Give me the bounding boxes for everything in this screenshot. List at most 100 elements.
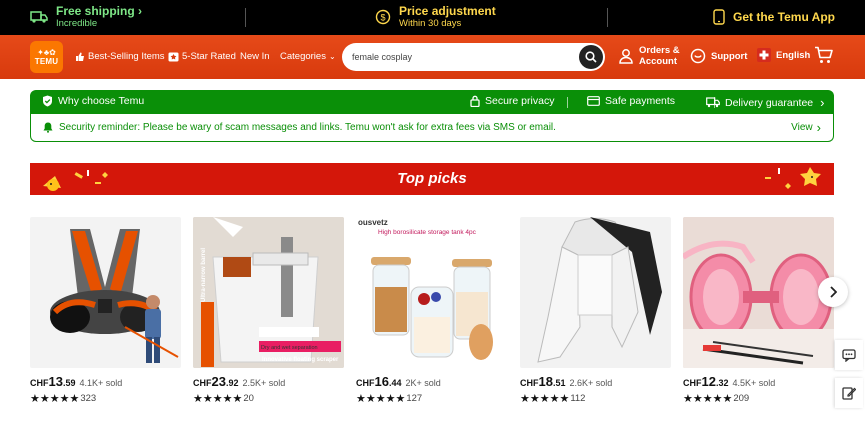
delivery-guarantee-item: Delivery guarantee › (706, 95, 824, 110)
delivery-truck-icon (706, 97, 720, 108)
free-shipping-subtitle: Incredible (56, 18, 98, 29)
product-card[interactable]: CHF13.59 4.1K+ sold ★★★★★ 323 (30, 217, 181, 405)
view-link[interactable]: View › (791, 119, 821, 135)
product-image[interactable] (520, 217, 671, 368)
product-caption: High borosilicate storage tank 4pc (378, 229, 476, 236)
get-app-label: Get the Temu App (733, 9, 835, 24)
safe-payments-label: Safe payments (605, 95, 676, 107)
search-button[interactable] (579, 45, 603, 69)
price-adjustment-promo[interactable]: $ Price adjustment Within 30 days (375, 5, 496, 29)
sold-count: 4.1K+ sold (79, 378, 123, 388)
language-selector[interactable]: English (757, 48, 810, 62)
cart-icon (815, 46, 833, 63)
free-shipping-title: Free shipping (56, 4, 135, 18)
review-count: 209 (733, 393, 750, 404)
price-tag-icon: $ (375, 9, 391, 25)
review-count: 127 (406, 393, 423, 404)
product-price: CHF13.59 (30, 374, 76, 389)
support-label: Support (711, 50, 748, 62)
account-label: Account (639, 56, 677, 67)
top-promo-bar: Free shipping › Incredible $ Price adjus… (0, 0, 865, 35)
price-adjustment-title: Price adjustment (399, 4, 496, 18)
sold-count: 4.5K+ sold (732, 378, 776, 388)
sold-count: 2K+ sold (405, 378, 441, 388)
top-picks-banner: Top picks (30, 163, 834, 195)
edit-note-icon (842, 387, 856, 400)
top-picks-title: Top picks (397, 170, 467, 187)
rating: ★★★★★ 323 (30, 392, 181, 405)
review-count: 323 (80, 393, 97, 404)
nav-five-star-label: 5-Star Rated (182, 51, 236, 62)
shield-check-icon (43, 95, 52, 107)
main-header: ✦♣✿ TEMU Best-Selling Items 5-Star Rated… (0, 35, 865, 79)
rating: ★★★★★ 112 (520, 392, 671, 405)
divider (607, 8, 608, 27)
temu-logo[interactable]: ✦♣✿ TEMU (30, 41, 63, 73)
star-rating-icon: ★★★★★ (30, 393, 80, 405)
product-card[interactable]: CHF16.44 2K+ sold ★★★★★ 127 (356, 217, 507, 405)
product-image[interactable] (356, 217, 507, 368)
orders-account-link[interactable]: Orders & Account (618, 45, 680, 67)
feedback-button[interactable] (835, 378, 863, 408)
svg-text:$: $ (380, 13, 385, 23)
chevron-right-icon: › (816, 119, 821, 135)
product-brand: ousvetz (358, 218, 388, 227)
bell-icon (43, 122, 53, 133)
price-line: CHF12.32 4.5K+ sold (683, 374, 834, 389)
product-price: CHF12.32 (683, 374, 729, 389)
nav-categories-label: Categories (280, 51, 326, 62)
nav-best-selling-label: Best-Selling Items (88, 51, 165, 62)
logo-mark-icon: ✦♣✿ (37, 47, 56, 57)
price-line: CHF13.59 4.1K+ sold (30, 374, 181, 389)
nav-five-star[interactable]: 5-Star Rated (168, 51, 236, 62)
product-image[interactable] (30, 217, 181, 368)
review-count: 20 (243, 393, 254, 404)
phone-icon (713, 9, 725, 25)
product-image[interactable] (683, 217, 834, 368)
price-line: CHF16.44 2K+ sold (356, 374, 507, 389)
thumbs-up-icon (76, 52, 84, 61)
support-link[interactable]: Support (690, 48, 747, 64)
product-badge: Innovative floating scraper (262, 357, 339, 363)
product-card[interactable]: CHF12.32 4.5K+ sold ★★★★★ 209 (683, 217, 834, 405)
why-choose-label: Why choose Temu (58, 95, 145, 107)
rating: ★★★★★ 20 (193, 392, 344, 405)
sold-count: 2.6K+ sold (569, 378, 613, 388)
search-input[interactable] (352, 49, 572, 65)
product-card[interactable]: CHF23.92 2.5K+ sold ★★★★★ 20 (193, 217, 344, 405)
card-icon (587, 96, 600, 106)
chevron-right-icon: › (820, 95, 825, 110)
product-card[interactable]: CHF18.51 2.6K+ sold ★★★★★ 112 (520, 217, 671, 405)
secure-privacy-item: Secure privacy (470, 95, 554, 107)
security-message-text: Security reminder: Please be wary of sca… (59, 122, 556, 133)
orders-label: Orders & (639, 45, 680, 56)
star-badge-icon (168, 52, 179, 61)
star-rating-icon: ★★★★★ (193, 393, 243, 405)
chevron-right-icon (830, 286, 837, 298)
rating: ★★★★★ 127 (356, 392, 507, 405)
logo-text: TEMU (34, 56, 59, 66)
chat-button[interactable] (835, 340, 863, 370)
swiss-flag-icon (757, 48, 771, 62)
divider (567, 97, 568, 108)
cart-button[interactable] (814, 46, 833, 64)
get-app-link[interactable]: Get the Temu App (713, 9, 835, 25)
product-price: CHF16.44 (356, 374, 402, 389)
free-shipping-promo[interactable]: Free shipping › Incredible (30, 5, 142, 29)
price-line: CHF23.92 2.5K+ sold (193, 374, 344, 389)
search-icon (585, 51, 597, 63)
nav-categories[interactable]: Categories ⌄ (280, 51, 336, 62)
star-rating-icon: ★★★★★ (520, 393, 570, 405)
language-label: English (776, 49, 811, 61)
chevron-right-icon: › (138, 4, 143, 18)
star-rating-icon: ★★★★★ (356, 393, 406, 405)
nav-new-in[interactable]: New In (240, 51, 270, 62)
delivery-guarantee-label: Delivery guarantee (725, 96, 814, 109)
nav-best-selling[interactable]: Best-Selling Items (75, 51, 165, 62)
confetti-right-icon (765, 167, 821, 189)
why-choose-banner[interactable]: Why choose Temu Secure privacy Safe paym… (30, 90, 834, 114)
search-bar (342, 43, 605, 71)
view-label: View (791, 122, 813, 133)
support-chat-icon (690, 48, 706, 64)
carousel-next-button[interactable] (818, 277, 848, 307)
